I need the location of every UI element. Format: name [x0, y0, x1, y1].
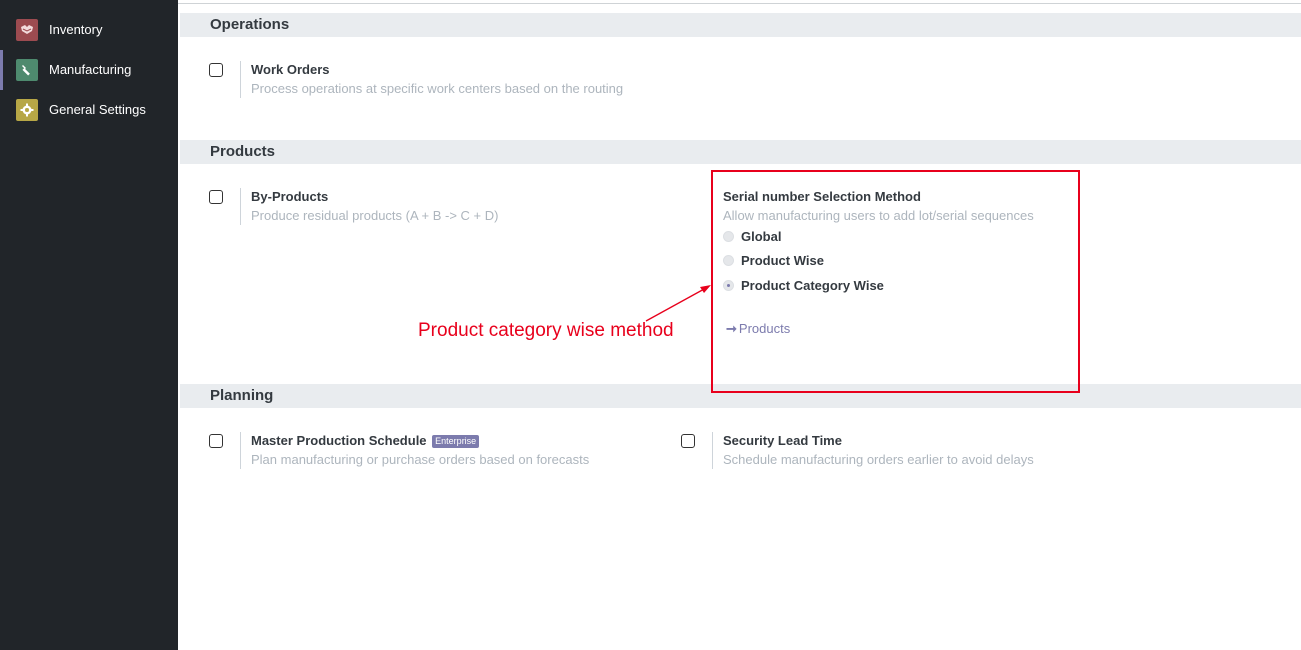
sidebar-item-label: Inventory: [49, 22, 103, 37]
wrench-icon: [16, 59, 38, 81]
annotation-arrow: [645, 285, 711, 322]
sidebar-item-label: Manufacturing: [49, 62, 132, 77]
sidebar-item-manufacturing[interactable]: Manufacturing: [0, 50, 178, 90]
gear-icon: [16, 99, 38, 121]
settings-main: Operations Work Orders Process operation…: [178, 0, 1301, 650]
inventory-icon: [16, 19, 38, 41]
sidebar-item-inventory[interactable]: Inventory: [0, 10, 178, 50]
sidebar-item-label: General Settings: [49, 102, 146, 117]
app-sidebar: Inventory Manufacturing General Settings: [0, 0, 178, 650]
sidebar-item-general-settings[interactable]: General Settings: [0, 90, 178, 130]
